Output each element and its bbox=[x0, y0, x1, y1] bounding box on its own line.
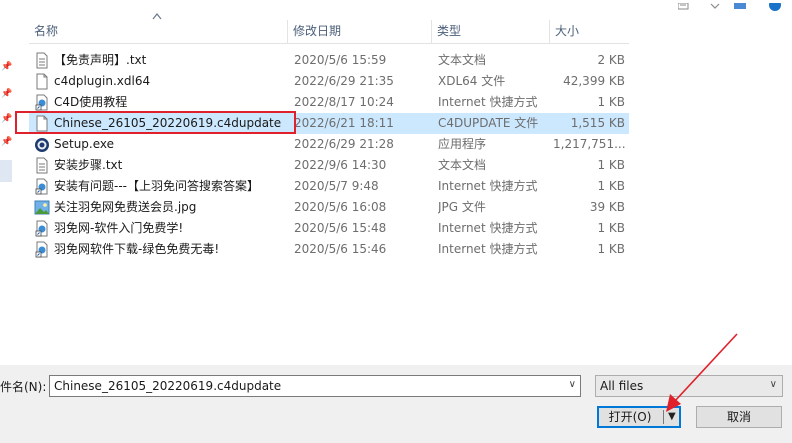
file-type: C4DUPDATE 文件 bbox=[438, 116, 539, 130]
file-modified-date: 2022/9/6 14:30 bbox=[294, 158, 387, 172]
file-size: 1,217,751... bbox=[553, 137, 625, 151]
file-type: XDL64 文件 bbox=[438, 74, 506, 88]
file-row[interactable]: 安装步骤.txt 2022/9/6 14:30 文本文档 1 KB bbox=[29, 155, 629, 176]
column-header-type-label: 类型 bbox=[437, 24, 462, 38]
text-file-icon bbox=[34, 52, 50, 69]
internet-shortcut-icon bbox=[34, 241, 50, 258]
pin-icon: 📌 bbox=[1, 114, 13, 124]
pin-icon: 📌 bbox=[1, 137, 13, 147]
annotation-highlight-box bbox=[15, 111, 296, 134]
file-modified-date: 2020/5/6 15:59 bbox=[294, 53, 387, 67]
filename-label: 件名(N): bbox=[0, 380, 47, 394]
view-icons bbox=[677, 0, 781, 11]
file-row[interactable]: 关注羽免网免费送会员.jpg 2020/5/6 16:08 JPG 文件 39 KB bbox=[29, 197, 629, 218]
nav-selected-item[interactable] bbox=[0, 160, 12, 182]
file-modified-date: 2022/6/29 21:28 bbox=[294, 137, 394, 151]
file-row[interactable]: 【免责声明】.txt 2020/5/6 15:59 文本文档 2 KB bbox=[29, 50, 629, 71]
details-view-icon bbox=[677, 2, 689, 10]
file-modified-date: 2022/6/29 21:35 bbox=[294, 74, 394, 88]
column-header-name[interactable]: 名称 bbox=[29, 20, 288, 43]
file-type: 文本文档 bbox=[438, 53, 487, 67]
column-header-date-label: 修改日期 bbox=[293, 24, 342, 38]
file-row[interactable]: Setup.exe 2022/6/29 21:28 应用程序 1,217,751... bbox=[29, 134, 629, 155]
blank-file-icon bbox=[34, 73, 50, 90]
column-header-size-label: 大小 bbox=[555, 24, 580, 38]
file-type-filter-value: All files bbox=[600, 379, 644, 393]
file-name: 【免责声明】.txt bbox=[54, 53, 147, 67]
annotation-arrow bbox=[666, 333, 738, 412]
file-size: 1 KB bbox=[597, 179, 625, 193]
file-size: 2 KB bbox=[597, 53, 625, 67]
file-modified-date: 2020/5/7 9:48 bbox=[294, 179, 379, 193]
large-icons-view-icon bbox=[734, 3, 746, 9]
file-size: 1 KB bbox=[597, 242, 625, 256]
pin-icon: 📌 bbox=[1, 89, 13, 99]
chevron-down-icon bbox=[710, 3, 720, 9]
internet-shortcut-icon bbox=[34, 220, 50, 237]
column-header-size[interactable]: 大小 bbox=[550, 20, 629, 43]
file-row[interactable]: 羽免网-软件入门免费学! 2020/5/6 15:48 Internet 快捷方式 1… bbox=[29, 218, 629, 239]
sort-ascending-icon bbox=[152, 13, 162, 20]
internet-shortcut-icon bbox=[34, 178, 50, 195]
file-modified-date: 2020/5/6 16:08 bbox=[294, 200, 387, 214]
help-icon bbox=[769, 0, 781, 11]
filename-input[interactable]: Chinese_26105_20220619.c4dupdate ∨ bbox=[49, 375, 581, 397]
cinema4d-app-icon bbox=[34, 136, 50, 153]
file-name: 羽免网软件下载-绿色免费无毒! bbox=[54, 242, 220, 256]
file-type: JPG 文件 bbox=[438, 200, 486, 214]
file-size: 1 KB bbox=[597, 158, 625, 172]
file-size: 39 KB bbox=[589, 200, 625, 214]
file-modified-date: 2022/8/17 10:24 bbox=[294, 95, 394, 109]
column-header-date[interactable]: 修改日期 bbox=[288, 20, 432, 43]
file-type: Internet 快捷方式 bbox=[438, 179, 538, 193]
file-size: 1 KB bbox=[597, 95, 625, 109]
text-file-icon bbox=[34, 157, 50, 174]
file-name: Setup.exe bbox=[54, 137, 115, 151]
file-modified-date: 2020/5/6 15:48 bbox=[294, 221, 387, 235]
file-name: 羽免网-软件入门免费学! bbox=[54, 221, 184, 235]
view-options-bar bbox=[677, 0, 792, 11]
file-name: C4D使用教程 bbox=[54, 95, 128, 109]
file-type: 文本文档 bbox=[438, 158, 487, 172]
file-modified-date: 2020/5/6 15:46 bbox=[294, 242, 387, 256]
file-type: Internet 快捷方式 bbox=[438, 95, 538, 109]
file-modified-date: 2022/6/21 18:11 bbox=[294, 116, 394, 130]
file-name: 安装有问题---【上羽免问答搜索答案】 bbox=[54, 179, 259, 193]
image-file-icon bbox=[34, 199, 50, 216]
internet-shortcut-icon bbox=[34, 94, 50, 111]
file-row[interactable]: C4D使用教程 2022/8/17 10:24 Internet 快捷方式 1 KB bbox=[29, 92, 629, 113]
chevron-down-icon[interactable]: ∨ bbox=[569, 379, 576, 390]
file-size: 1 KB bbox=[597, 221, 625, 235]
file-size: 1,515 KB bbox=[570, 116, 625, 130]
file-type: Internet 快捷方式 bbox=[438, 242, 538, 256]
file-row[interactable]: 羽免网软件下载-绿色免费无毒! 2020/5/6 15:46 Internet 快捷… bbox=[29, 239, 629, 260]
column-header-name-label: 名称 bbox=[34, 24, 59, 38]
filename-input-value: Chinese_26105_20220619.c4dupdate bbox=[54, 379, 282, 393]
file-row[interactable]: 安装有问题---【上羽免问答搜索答案】 2020/5/7 9:48 Internet… bbox=[29, 176, 629, 197]
file-type: Internet 快捷方式 bbox=[438, 221, 538, 235]
column-header-type[interactable]: 类型 bbox=[432, 20, 550, 43]
file-name: c4dplugin.xdl64 bbox=[54, 74, 151, 88]
file-row[interactable]: c4dplugin.xdl64 2022/6/29 21:35 XDL64 文件 42… bbox=[29, 71, 629, 92]
column-header-row: 名称 修改日期 类型 大小 bbox=[29, 20, 629, 44]
pin-icon: 📌 bbox=[1, 62, 13, 72]
file-name: 安装步骤.txt bbox=[54, 158, 123, 172]
file-type: 应用程序 bbox=[438, 137, 487, 151]
file-name: 关注羽免网免费送会员.jpg bbox=[54, 200, 197, 214]
file-size: 42,399 KB bbox=[563, 74, 625, 88]
navigation-pane-edge[interactable]: 📌 📌 📌 📌 bbox=[0, 0, 12, 350]
chevron-down-icon: ∨ bbox=[769, 379, 777, 390]
